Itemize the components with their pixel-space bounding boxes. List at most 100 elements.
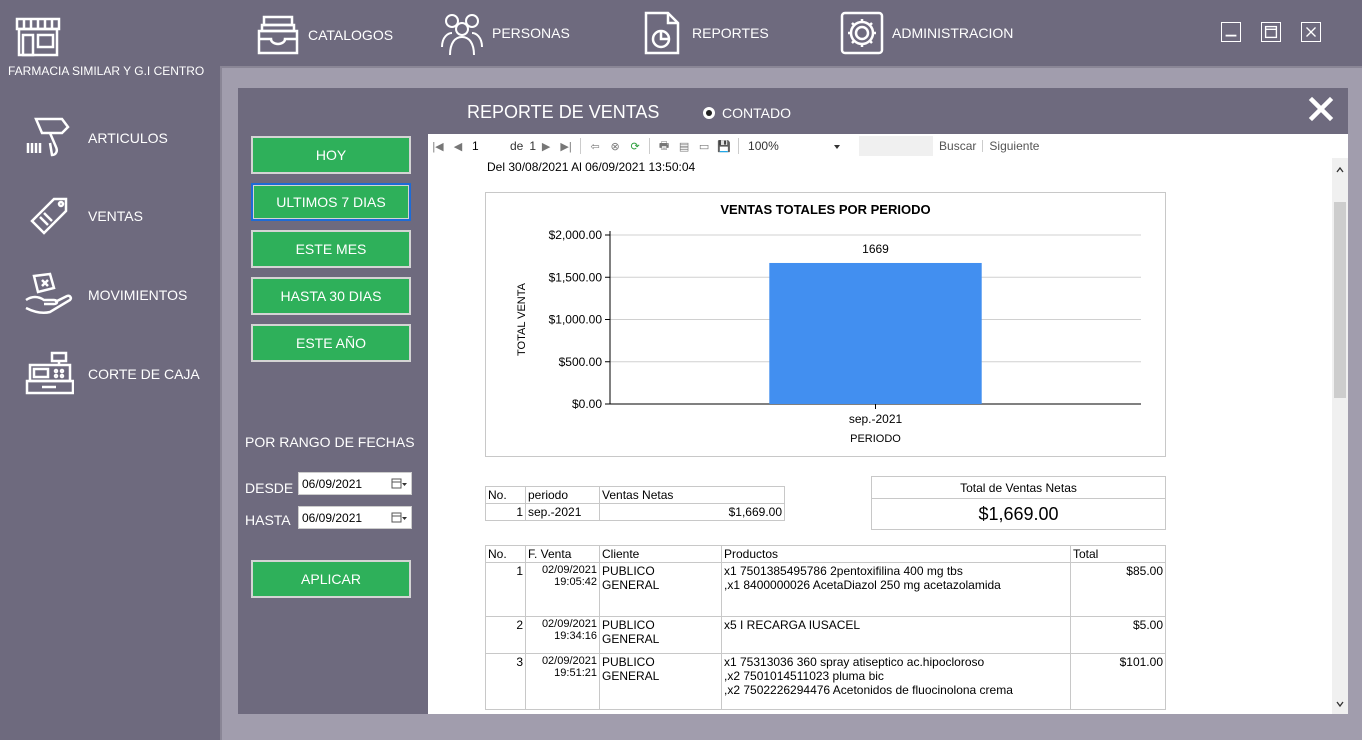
hoy-button[interactable]: HOY: [251, 136, 411, 174]
back-icon[interactable]: ⇦: [587, 138, 603, 154]
detail-time: 19:05:42: [554, 576, 597, 588]
first-page-icon[interactable]: |◀: [430, 138, 446, 154]
bar-data-label: 1669: [862, 242, 889, 256]
vertical-scrollbar[interactable]: [1332, 158, 1348, 714]
people-icon: [441, 14, 483, 55]
este-mes-button[interactable]: ESTE MES: [251, 230, 411, 268]
sidebar-item-articulos[interactable]: ARTICULOS: [24, 110, 214, 166]
ultimos-7-dias-button[interactable]: ULTIMOS 7 DIAS: [251, 183, 411, 221]
topnav-personas-label: PERSONAS: [492, 25, 570, 41]
y-tick-label: $1,500.00: [549, 270, 603, 284]
calendar-icon[interactable]: [391, 477, 407, 491]
calendar-icon[interactable]: [391, 511, 407, 525]
detail-cell-no: 1: [485, 562, 526, 617]
range-label: POR RANGO DE FECHAS: [245, 434, 415, 450]
page-of-label: de: [510, 139, 524, 153]
detail-date: 02/09/2021: [541, 618, 597, 630]
hasta-date-input[interactable]: 06/09/2021: [298, 506, 412, 529]
print-icon[interactable]: 🖶: [656, 138, 672, 154]
topnav-reportes[interactable]: REPORTES: [640, 8, 769, 58]
detail-product-line: x1 7501385495786 2pentoxifilina 400 mg t…: [724, 564, 963, 578]
stop-icon[interactable]: ⊗: [607, 138, 623, 154]
aplicar-button[interactable]: APLICAR: [251, 560, 411, 598]
radio-button-icon[interactable]: [703, 107, 715, 119]
page-setup-icon[interactable]: ▭: [696, 138, 712, 154]
desde-date-value: 06/09/2021: [302, 476, 363, 491]
sidebar-item-label: CORTE DE CAJA: [88, 366, 200, 382]
detail-time: 19:51:21: [554, 667, 597, 679]
sidebar-item-label: MOVIMIENTOS: [88, 287, 188, 303]
detail-header-total: Total: [1070, 545, 1166, 563]
toolbar-separator: [982, 140, 984, 152]
next-page-icon[interactable]: ▶: [538, 138, 554, 154]
chart-canvas: VENTAS TOTALES POR PERIODO $0.00 $500.00 $1…: [516, 202, 1141, 445]
cash-register-icon: [25, 351, 74, 395]
page-total: 1: [529, 139, 537, 153]
scroll-up-icon[interactable]: [1336, 166, 1344, 174]
print-layout-icon[interactable]: ▤: [676, 138, 692, 154]
report-chart-icon: [644, 11, 680, 55]
export-icon[interactable]: 💾: [716, 138, 732, 154]
scroll-thumb[interactable]: [1334, 202, 1346, 398]
detail-header-productos: Productos: [721, 545, 1071, 563]
detail-client-line: PUBLICO: [602, 618, 655, 632]
sidebar-item-movimientos[interactable]: MOVIMIENTOS: [24, 267, 214, 323]
money-hand-icon: [25, 272, 73, 315]
detail-cell-total: $101.00: [1070, 653, 1166, 710]
zoom-select[interactable]: 100%: [743, 137, 848, 155]
summary-header-periodo: periodo: [525, 486, 600, 504]
summary-header-no: No.: [485, 486, 526, 504]
table-row: 1 sep.-2021 $1,669.00: [485, 503, 785, 521]
detail-header-fecha: F. Venta: [525, 545, 600, 563]
topnav-personas[interactable]: PERSONAS: [440, 8, 570, 58]
maximize-button[interactable]: [1261, 22, 1281, 42]
gear-icon: [840, 11, 884, 55]
barcode-scanner-icon: [26, 117, 70, 157]
store-icon: [15, 17, 61, 57]
y-axis-label: TOTAL VENTA: [516, 282, 528, 356]
hasta-label: HASTA: [245, 512, 291, 528]
detail-cell-fecha: 02/09/2021 19:51:21: [525, 653, 600, 710]
table-row: 2 02/09/2021 19:34:16 PUBLICO GENERAL x5 I…: [485, 616, 1166, 654]
topnav-administracion[interactable]: ADMINISTRACION: [840, 8, 1013, 58]
detail-client-line: GENERAL: [602, 632, 660, 646]
search-input[interactable]: [859, 136, 934, 156]
siguiente-link[interactable]: Siguiente: [989, 139, 1039, 153]
desde-date-input[interactable]: 06/09/2021: [298, 472, 412, 495]
detail-cell-fecha: 02/09/2021 19:05:42: [525, 562, 600, 617]
sidebar-item-corte-caja[interactable]: CORTE DE CAJA: [24, 346, 214, 402]
detail-date: 02/09/2021: [541, 564, 597, 576]
detail-cell-productos: x5 I RECARGA IUSACEL: [721, 616, 1071, 654]
este-anio-button[interactable]: ESTE AÑO: [251, 324, 411, 362]
buscar-link[interactable]: Buscar: [939, 139, 976, 153]
sidebar-item-ventas[interactable]: VENTAS: [24, 188, 214, 244]
prev-page-icon[interactable]: ◀: [450, 138, 466, 154]
page-current-input[interactable]: 1: [468, 137, 504, 155]
summary-header-row: No. periodo Ventas Netas: [485, 486, 785, 504]
summary-cell-no: 1: [485, 503, 526, 521]
sidebar-item-label: ARTICULOS: [88, 130, 168, 146]
close-x-icon[interactable]: [1308, 96, 1334, 122]
refresh-icon[interactable]: ⟳: [627, 138, 643, 154]
detail-cell-no: 2: [485, 616, 526, 654]
total-ventas-value: $1,669.00: [978, 503, 1059, 524]
radio-contado[interactable]: CONTADO: [703, 105, 791, 121]
scroll-down-icon[interactable]: [1336, 700, 1344, 708]
y-tick-label: $2,000.00: [549, 228, 603, 242]
topnav-catalogos[interactable]: CATALOGOS: [256, 10, 393, 60]
hasta-30-dias-button[interactable]: HASTA 30 DIAS: [251, 277, 411, 315]
last-page-icon[interactable]: ▶|: [558, 138, 574, 154]
minimize-button[interactable]: [1221, 22, 1241, 42]
hasta-date-value: 06/09/2021: [302, 510, 363, 525]
minimize-icon: [1225, 34, 1237, 37]
detail-cell-total: $5.00: [1070, 616, 1166, 654]
close-window-button[interactable]: [1301, 22, 1321, 42]
total-ventas-box: Total de Ventas Netas $1,669.00: [871, 476, 1166, 530]
radio-label: CONTADO: [722, 105, 791, 121]
table-row: 3 02/09/2021 19:51:21 PUBLICO GENERAL x1 7…: [485, 653, 1166, 710]
y-tick-label: $1,000.00: [549, 313, 603, 327]
detail-time: 19:34:16: [554, 630, 597, 642]
detail-product-line: ,x2 7502226294476 Acetonidos de fluocino…: [724, 683, 1013, 697]
detail-header-row: No. F. Venta Cliente Productos Total: [485, 545, 1166, 563]
detail-product-line: ,x2 7501014511023 pluma bic: [724, 669, 884, 683]
